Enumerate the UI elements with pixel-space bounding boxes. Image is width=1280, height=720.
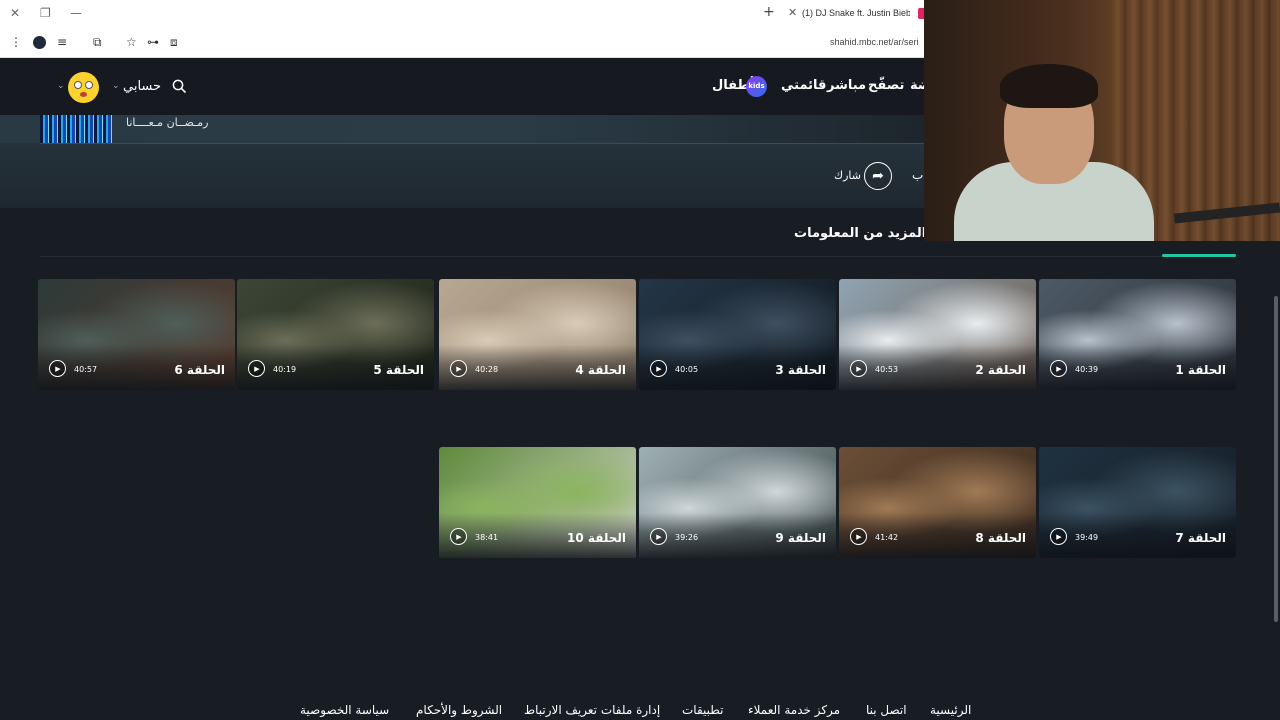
- share-icon: ➦: [872, 168, 884, 184]
- episode-duration: 40:53: [875, 365, 899, 374]
- site-footer: الرئيسية اتصل بنا مركز خدمة العملاء تطبي…: [0, 700, 1280, 720]
- account-menu[interactable]: حسابي: [123, 79, 161, 94]
- episode-title: الحلقة 3: [775, 363, 826, 377]
- episode-duration: 39:49: [1075, 533, 1099, 542]
- episode-card[interactable]: الحلقة 8 ▶ 41:42: [839, 447, 1036, 558]
- avatar-mouth: [80, 92, 87, 97]
- footer-link-privacy[interactable]: سياسة الخصوصية: [300, 703, 389, 717]
- play-icon[interactable]: ▶: [248, 360, 265, 377]
- avatar-chevron-down-icon[interactable]: ⌄: [57, 81, 65, 91]
- new-tab-icon[interactable]: +: [763, 4, 775, 20]
- episode-title: الحلقة 2: [975, 363, 1026, 377]
- install-app-icon[interactable]: ⧈: [170, 35, 178, 50]
- episode-card[interactable]: الحلقة 3 ▶ 40:05: [639, 279, 836, 390]
- episode-duration: 40:57: [74, 365, 98, 374]
- page-scrollbar[interactable]: [1274, 296, 1278, 622]
- tab-title[interactable]: (1) DJ Snake ft. Justin Bieber -: [802, 8, 910, 18]
- webcam-person-hair: [1000, 64, 1098, 108]
- episode-card[interactable]: الحلقة 4 ▶ 40:28: [439, 279, 636, 390]
- tab-close-icon[interactable]: ✕: [788, 6, 797, 19]
- episode-card[interactable]: الحلقة 9 ▶ 39:26: [639, 447, 836, 558]
- play-icon[interactable]: ▶: [650, 528, 667, 545]
- episode-card[interactable]: الحلقة 10 ▶ 38:41: [439, 447, 636, 558]
- footer-link-apps[interactable]: تطبيقات: [682, 703, 723, 717]
- episode-duration: 40:05: [675, 365, 699, 374]
- footer-link-cookies[interactable]: إدارة ملفات تعريف الارتباط: [524, 703, 660, 717]
- browser-menu-icon[interactable]: ⋮: [10, 35, 22, 49]
- footer-link-contact[interactable]: اتصل بنا: [866, 703, 907, 717]
- episode-title: الحلقة 9: [775, 531, 826, 545]
- active-tab-indicator: [1162, 254, 1236, 257]
- play-icon[interactable]: ▶: [49, 360, 66, 377]
- play-icon[interactable]: ▶: [1050, 528, 1067, 545]
- footer-link-home[interactable]: الرئيسية: [930, 703, 971, 717]
- footer-link-support[interactable]: مركز خدمة العملاء: [748, 703, 840, 717]
- close-window-icon[interactable]: ✕: [10, 6, 20, 20]
- episode-title: الحلقة 8: [975, 531, 1026, 545]
- bookmark-star-icon[interactable]: ☆: [126, 35, 137, 49]
- play-icon[interactable]: ▶: [450, 360, 467, 377]
- episode-duration: 41:42: [875, 533, 899, 542]
- hero-actions-strip: [0, 143, 924, 208]
- avatar-eye: [74, 81, 82, 89]
- play-icon[interactable]: ▶: [850, 528, 867, 545]
- episode-duration: 40:28: [475, 365, 499, 374]
- nav-item-browse[interactable]: تصفّح: [868, 78, 904, 93]
- episode-title: الحلقة 5: [373, 363, 424, 377]
- episode-card[interactable]: الحلقة 2 ▶ 40:53: [839, 279, 1036, 390]
- episode-card[interactable]: الحلقة 7 ▶ 39:49: [1039, 447, 1236, 558]
- chevron-down-icon[interactable]: ⌄: [112, 81, 120, 91]
- tabs-divider: [40, 256, 1236, 257]
- episode-title: الحلقة 6: [174, 363, 225, 377]
- restore-window-icon[interactable]: ❐: [40, 6, 51, 20]
- address-bar: ⋮ ≡ ⧉ ☆ ⊶ ⧈ shahid.mbc.net/ar/seri: [0, 28, 924, 58]
- sponsor-logo: [40, 115, 112, 143]
- kids-badge-icon[interactable]: kids: [746, 76, 767, 97]
- episode-card[interactable]: الحلقة 6 ▶ 40:57: [38, 279, 235, 390]
- password-key-icon[interactable]: ⊶: [147, 35, 159, 49]
- hero-caption: رمـضــان مـعــــانا: [126, 116, 209, 129]
- tab-more-info[interactable]: المزيد من المعلومات: [794, 226, 926, 241]
- episode-duration: 39:26: [675, 533, 699, 542]
- episode-title: الحلقة 4: [575, 363, 626, 377]
- extensions-icon[interactable]: ⧉: [93, 35, 102, 50]
- avatar[interactable]: [68, 72, 99, 103]
- play-icon[interactable]: ▶: [850, 360, 867, 377]
- nav-item-live[interactable]: مباشر: [827, 78, 866, 93]
- minimize-window-icon[interactable]: —: [70, 6, 82, 20]
- reading-list-icon[interactable]: ≡: [57, 35, 67, 49]
- url-field[interactable]: shahid.mbc.net/ar/seri: [830, 37, 919, 47]
- episode-title: الحلقة 7: [1175, 531, 1226, 545]
- hero-action-cut[interactable]: ب: [912, 168, 923, 182]
- episode-duration: 38:41: [475, 533, 499, 542]
- share-button[interactable]: ➦: [864, 162, 892, 190]
- webcam-overlay: [924, 0, 1280, 241]
- episode-title: الحلقة 10: [567, 531, 626, 545]
- search-icon[interactable]: [172, 79, 186, 93]
- profile-icon[interactable]: [33, 36, 46, 49]
- play-icon[interactable]: ▶: [650, 360, 667, 377]
- share-label[interactable]: شارك: [834, 169, 861, 182]
- hero-divider: [40, 143, 924, 144]
- episode-duration: 40:39: [1075, 365, 1099, 374]
- episode-duration: 40:19: [273, 365, 297, 374]
- nav-item-my-list[interactable]: قائمتي: [781, 78, 826, 93]
- episode-title: الحلقة 1: [1175, 363, 1226, 377]
- episode-card[interactable]: الحلقة 1 ▶ 40:39: [1039, 279, 1236, 390]
- footer-link-terms[interactable]: الشروط والأحكام: [416, 703, 502, 717]
- avatar-eye: [85, 81, 93, 89]
- play-icon[interactable]: ▶: [450, 528, 467, 545]
- play-icon[interactable]: ▶: [1050, 360, 1067, 377]
- browser-tab-bar: ✕ ❐ — + ✕ (1) DJ Snake ft. Justin Bieber…: [0, 0, 926, 28]
- episode-card[interactable]: الحلقة 5 ▶ 40:19: [237, 279, 434, 390]
